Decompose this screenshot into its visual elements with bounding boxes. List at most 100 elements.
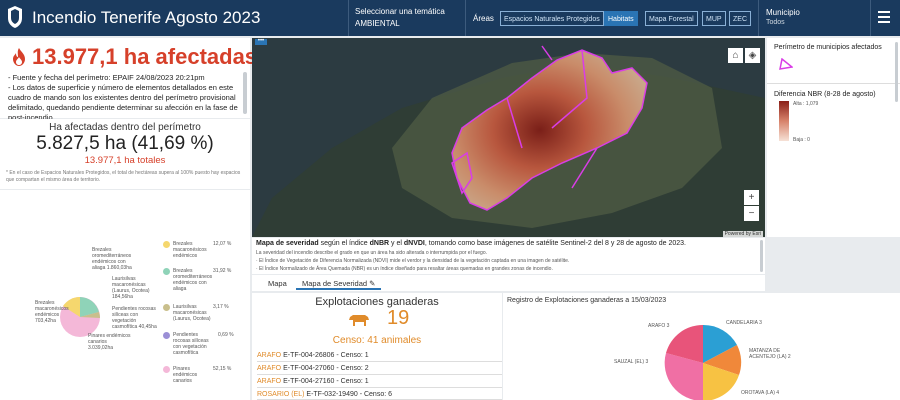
area-button-mapa-forestal[interactable]: Mapa Forestal — [645, 11, 698, 26]
row-municipio: ARAFO — [257, 365, 282, 372]
satellite-image — [252, 38, 765, 237]
registry-label-sauzal: SAUZAL (EL) 3 — [614, 359, 649, 365]
row-code: E-TF-004-26806 - Censo: 1 — [281, 352, 369, 359]
legend-swatch-laurisilvas — [163, 304, 170, 311]
row-municipio: ARAFO — [257, 352, 282, 359]
legend-label-pinares: Pinares endémicos canarios — [173, 366, 198, 384]
dnvdi-label: dNVDI — [403, 240, 425, 247]
header-divider — [870, 0, 871, 36]
legend-divider — [767, 83, 900, 84]
list-item[interactable]: ARAFO E-TF-004-27060 - Censo: 2 — [257, 362, 502, 375]
registry-label-orotava: OROTAVA (LA) 4 — [741, 390, 780, 396]
severity-map[interactable]: ⌂ ◈ + − Powered by Esri — [252, 38, 765, 237]
list-item[interactable]: ARAFO E-TF-004-26806 - Censo: 1 — [257, 349, 502, 362]
note-source-label: - Fuente y fecha del perímetro: — [8, 73, 111, 82]
map-tabs: Mapa Mapa de Severidad ✎ — [252, 275, 765, 291]
row-code: E-TF-004-27160 - Censo: 1 — [281, 378, 369, 385]
perimeter-total: 13.977,1 ha totales — [84, 155, 166, 166]
livestock-censo: Censo: 41 animales — [332, 335, 422, 346]
perimeter-swatch-icon — [779, 58, 793, 70]
legend-label-pendientes: Pendientes rocosas silíceas con vegetaci… — [173, 332, 209, 356]
row-municipio: ROSARIO (EL) — [257, 391, 305, 398]
legend-swatch-pinares — [163, 366, 170, 373]
registry-label-matanza: MATANZA DE ACENTEJO (LA) 2 — [749, 348, 791, 360]
registry-title: Registro de Explotaciones ganaderas a 15… — [507, 297, 667, 304]
note-details: - Los datos de superficie y número de el… — [8, 83, 238, 122]
header-divider — [348, 0, 349, 36]
pencil-icon: ✎ — [369, 279, 376, 288]
nbr-low-label: Baja : 0 — [793, 137, 810, 143]
livestock-title: Explotaciones ganaderas — [315, 296, 439, 308]
header-divider — [465, 0, 466, 36]
layers-icon[interactable]: ◈ — [745, 48, 760, 63]
affected-headline-text: 13.977,1 ha afectadas — [32, 44, 258, 69]
livestock-panel: Explotaciones ganaderas 19 Censo: 41 ani… — [252, 293, 502, 400]
perimeter-value: 5.827,5 ha (41,69 %) — [36, 133, 214, 154]
description-scrollbar[interactable] — [760, 240, 763, 272]
legend-swatch-oromediterraneos — [163, 268, 170, 275]
tab-mapa[interactable]: Mapa — [262, 277, 293, 290]
nbr-gradient — [779, 101, 789, 141]
description-line-3: · El Índice Normalizado de Área Quemada … — [256, 266, 553, 272]
description-title-text: según el índice — [318, 240, 370, 247]
registry-label-candelaria: CANDELARIA 3 — [726, 320, 762, 326]
map-options-icon[interactable]: ••• — [255, 38, 267, 45]
row-municipio: ARAFO — [257, 378, 282, 385]
row-code: E-TF-004-27060 - Censo: 2 — [281, 365, 369, 372]
nbr-high-label: Alta : 1,079 — [793, 101, 819, 107]
cow-icon — [349, 315, 369, 326]
home-icon[interactable]: ⌂ — [728, 48, 743, 63]
description-line-1: La severidad del incendio describe el gr… — [256, 250, 487, 256]
registry-panel: Registro de Explotaciones ganaderas a 15… — [503, 293, 900, 400]
legend-pct-oromediterraneos: 31,92 % — [213, 268, 232, 274]
legend-label-laurisilvas: Laurisilvas macaronésicas (Laurus, Ocote… — [173, 304, 211, 322]
legend-panel: Perímetro de municipios afectados Difere… — [767, 38, 900, 237]
registry-label-arafo: ARAFO 3 — [648, 323, 670, 329]
menu-icon[interactable] — [878, 11, 890, 23]
description-title-strong: Mapa de severidad — [256, 240, 319, 247]
tab-mapa-severidad[interactable]: Mapa de Severidad ✎ — [296, 277, 382, 290]
legend-scrollbar[interactable] — [895, 42, 898, 102]
legend-pct-laurisilvas: 3,17 % — [213, 304, 229, 310]
fire-icon — [13, 48, 25, 66]
description-title-text: y el — [389, 240, 404, 247]
header-divider — [758, 0, 759, 36]
pie-callout-pendientes: Pendientes rocosas silíceas con vegetaci… — [112, 306, 157, 330]
pie-callout-pinares: Pinares endémicos canarios 3.039,02ha — [88, 333, 131, 351]
legend-swatch-pendientes — [163, 332, 170, 339]
zoom-out-button[interactable]: − — [744, 206, 759, 221]
area-button-mup[interactable]: MUP — [702, 11, 726, 26]
areas-label: Áreas — [473, 14, 494, 23]
registry-pie-chart — [664, 324, 742, 400]
zoom-in-button[interactable]: + — [744, 190, 759, 205]
nbr-legend-title: Diferencia NBR (8-28 de agosto) — [774, 91, 876, 98]
pie-callout-laurisilvas: Laurisilvas macaronésicas (Laurus, Ocote… — [112, 276, 150, 300]
pie-callout-oromediterraneos: Brezales oromediterráneos endémicos con … — [92, 247, 132, 271]
legend-swatch-macaronesicos — [163, 241, 170, 248]
legend-pct-pendientes: 0,69 % — [218, 332, 234, 338]
area-button-zec[interactable]: ZEC — [729, 11, 751, 26]
affected-headline: 13.977,1 ha afectadas — [12, 44, 257, 70]
canarias-logo-icon — [8, 6, 22, 28]
summary-scrollbar[interactable] — [243, 72, 247, 114]
severity-description: Mapa de severidad según el índice dNBR y… — [252, 238, 765, 274]
description-line-2: · El Índice de Vegetación de Diferencia … — [256, 258, 570, 264]
list-item[interactable]: ROSARIO (EL) E-TF-032-19490 - Censo: 6 — [257, 388, 502, 400]
description-title-text: , tomando como base imágenes de satélite… — [424, 240, 686, 247]
description-title: Mapa de severidad según el índice dNBR y… — [256, 240, 686, 247]
legend-label-oromediterraneos: Brezales oromediterráneos endémicos con … — [173, 268, 213, 292]
thematic-select[interactable]: AMBIENTAL — [355, 19, 400, 28]
list-item[interactable]: ARAFO E-TF-004-27160 - Censo: 1 — [257, 375, 502, 388]
municipio-label: Municipio — [766, 8, 800, 17]
summary-notes: - Fuente y fecha del perímetro: EPAIF 24… — [8, 73, 246, 123]
area-button-habitats[interactable]: Habitats — [604, 11, 638, 26]
esri-attribution[interactable]: Powered by Esri — [722, 231, 763, 237]
pie-callout-macaronesicos: Brezales macaronésicos endémicos 703,42h… — [35, 300, 69, 324]
municipio-select[interactable]: Todos — [766, 19, 785, 26]
note-source-value: EPAIF 24/08/2023 20:21pm — [110, 73, 205, 82]
perimeter-title: Ha afectadas dentro del perímetro — [49, 122, 201, 133]
dnbr-label: dNBR — [369, 240, 390, 247]
thematic-label: Seleccionar una temática — [355, 7, 445, 16]
area-button-enp[interactable]: Espacios Naturales Protegidos — [500, 11, 604, 26]
row-code: E-TF-032-19490 - Censo: 6 — [304, 391, 392, 398]
